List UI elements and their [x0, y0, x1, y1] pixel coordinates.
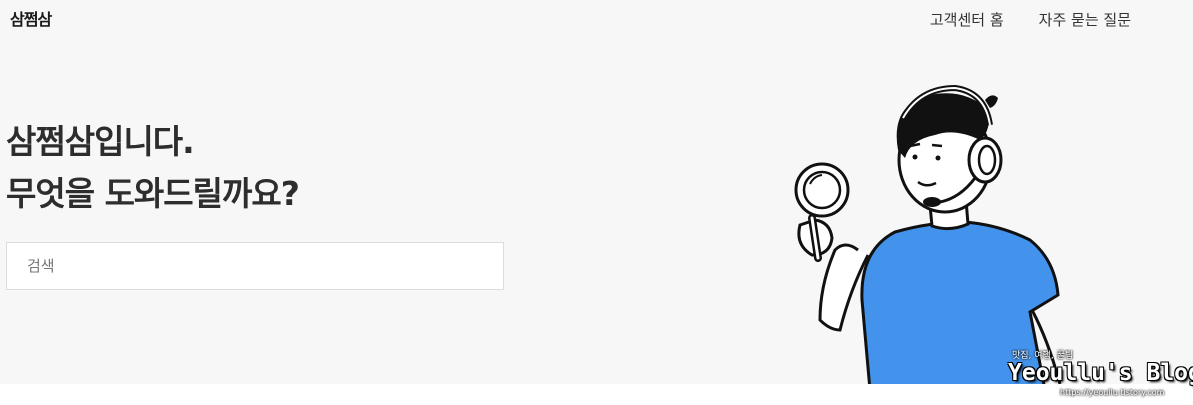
headline-line-2: 무엇을 도와드릴까요?: [6, 174, 300, 213]
page-title: 삼쩜삼입니다. 무엇을 도와드릴까요?: [6, 116, 300, 220]
watermark-url: https://yeoullu.tistory.com: [1060, 388, 1165, 397]
watermark-title: Yeoullu's Blog: [1008, 360, 1193, 386]
nav-faq[interactable]: 자주 묻는 질문: [1039, 9, 1131, 30]
top-nav: 고객센터 홈 자주 묻는 질문: [930, 9, 1131, 30]
nav-help-center-home[interactable]: 고객센터 홈: [930, 9, 1004, 30]
brand-logo[interactable]: 삼쩜삼: [10, 6, 52, 30]
search-box: [6, 242, 504, 290]
blog-watermark: 맛집, 여행, 꿀팁 Yeoullu's Blog https://yeoull…: [1008, 346, 1193, 405]
hero-section: 삼쩜삼 고객센터 홈 자주 묻는 질문 삼쩜삼입니다. 무엇을 도와드릴까요?: [0, 0, 1193, 384]
search-input[interactable]: [7, 243, 503, 289]
support-agent-illustration: [794, 84, 1062, 384]
headline-line-1: 삼쩜삼입니다.: [6, 122, 195, 161]
